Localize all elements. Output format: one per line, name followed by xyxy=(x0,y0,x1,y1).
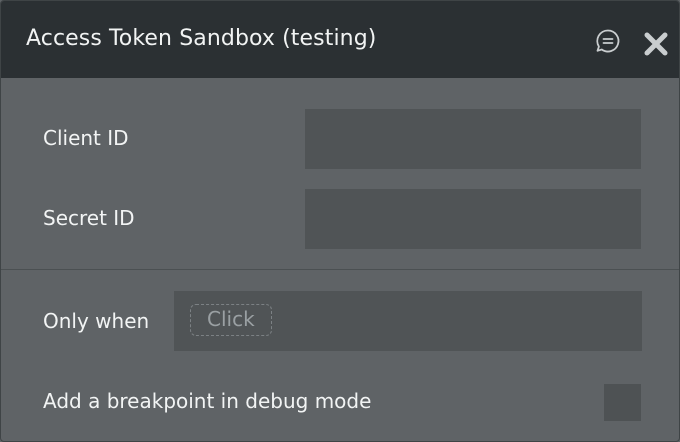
secret-id-field[interactable] xyxy=(305,189,641,249)
close-icon[interactable] xyxy=(643,31,669,57)
debug-breakpoint-checkbox[interactable] xyxy=(604,384,641,421)
section-divider xyxy=(1,269,679,270)
secret-id-label: Secret ID xyxy=(43,206,135,230)
debug-breakpoint-label: Add a breakpoint in debug mode xyxy=(43,389,372,413)
only-when-label: Only when xyxy=(43,309,150,333)
panel-title: Access Token Sandbox (testing) xyxy=(26,26,377,51)
client-id-field[interactable] xyxy=(305,109,641,169)
panel-header: Access Token Sandbox (testing) xyxy=(1,1,679,78)
action-properties-panel: Access Token Sandbox (testing) Client ID… xyxy=(0,0,680,442)
click-placeholder-chip[interactable]: Click xyxy=(190,304,272,336)
only-when-condition-input[interactable]: Click xyxy=(174,291,642,351)
comment-icon[interactable] xyxy=(595,28,621,54)
client-id-label: Client ID xyxy=(43,126,129,150)
